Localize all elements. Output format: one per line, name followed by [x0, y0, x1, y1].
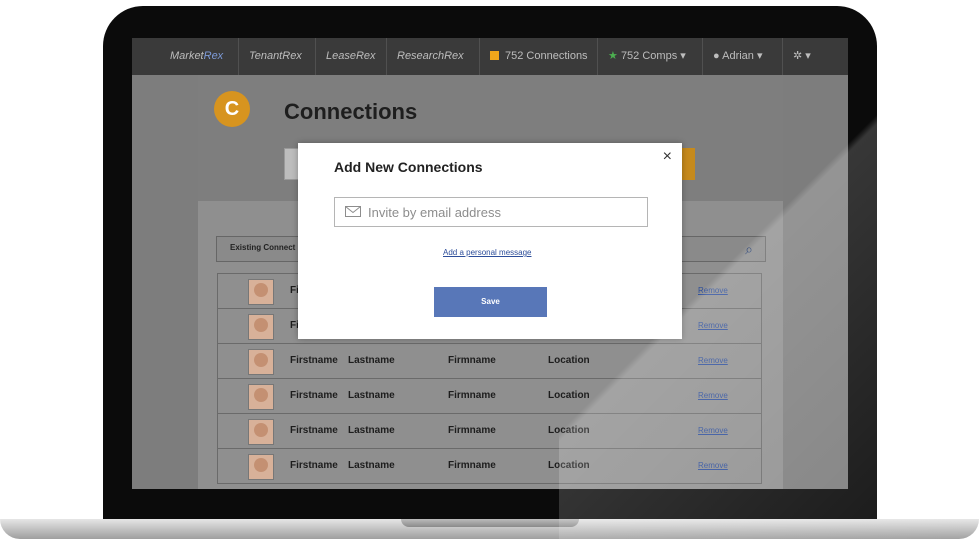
email-placeholder: Invite by email address — [368, 205, 501, 220]
connections-icon — [490, 51, 499, 60]
nav-marketrex[interactable]: MarketRex — [160, 38, 233, 75]
firm-name: Firmname — [448, 425, 496, 436]
location: Location — [548, 390, 590, 401]
nav-brand-suffix: Rex — [282, 50, 302, 62]
user-name: Adrian — [722, 50, 754, 62]
last-name: Lastname — [348, 390, 395, 401]
location: Location — [548, 460, 590, 471]
nav-brand-suffix: Rex — [355, 50, 376, 62]
firm-name: Firmname — [448, 390, 496, 401]
nav-connections[interactable]: 752 Connections — [479, 38, 598, 75]
nav-researchrex[interactable]: ResearchRex — [386, 38, 474, 75]
avatar — [248, 454, 274, 480]
top-nav: MarketRex TenantRex LeaseRex ResearchRex… — [132, 38, 848, 75]
firm-name: Firmname — [448, 460, 496, 471]
connections-count: 752 Connections — [505, 50, 588, 62]
table-row: Firstname Lastname Firmname Location Remove — [217, 414, 762, 449]
comps-count: 752 Comps — [620, 50, 678, 62]
location: Location — [548, 355, 590, 366]
first-name: Firstname — [290, 355, 338, 366]
connections-logo: C — [214, 91, 250, 127]
avatar — [248, 419, 274, 445]
nav-brand-suffix: Rex — [444, 50, 464, 62]
search-icon[interactable]: ⌕ — [745, 241, 753, 258]
avatar — [248, 314, 274, 340]
location: Location — [548, 425, 590, 436]
table-row: Firstname Lastname Firmname Location Remove — [217, 449, 762, 484]
nav-user-menu[interactable]: ● Adrian ▾ — [702, 38, 772, 75]
remove-link[interactable]: Remove — [698, 356, 728, 365]
table-row: Firstname Lastname Firmname Location Remove — [217, 344, 762, 379]
nav-leaserex[interactable]: LeaseRex — [315, 38, 386, 75]
star-icon: ★ — [608, 50, 618, 62]
filter-label: Existing Connect — [230, 243, 296, 252]
save-button[interactable]: Save — [434, 287, 547, 317]
nav-brand-prefix: Tenant — [249, 50, 283, 62]
add-connections-modal: Add New Connections × Invite by email ad… — [298, 143, 682, 339]
last-name: Lastname — [348, 425, 395, 436]
remove-link[interactable]: Remove — [698, 426, 728, 435]
first-name: Firstname — [290, 390, 338, 401]
nav-settings[interactable]: ✲ ▾ — [782, 38, 821, 75]
table-row: Firstname Lastname Firmname Location Remove — [217, 379, 762, 414]
gear-icon: ✲ — [793, 50, 803, 62]
nav-brand-prefix: Research — [397, 50, 445, 62]
nav-comps[interactable]: ★ 752 Comps ▾ — [597, 38, 696, 75]
user-icon: ● — [713, 50, 720, 62]
last-name: Lastname — [348, 460, 395, 471]
last-name: Lastname — [348, 355, 395, 366]
nav-brand-prefix: Lease — [326, 50, 356, 62]
envelope-icon — [345, 206, 361, 217]
nav-tenantrex[interactable]: TenantRex — [238, 38, 312, 75]
email-invite-input[interactable]: Invite by email address — [334, 197, 648, 227]
remove-link[interactable]: Remove — [698, 391, 728, 400]
avatar — [248, 384, 274, 410]
modal-title: Add New Connections — [334, 159, 483, 175]
first-name: Firstname — [290, 425, 338, 436]
avatar — [248, 279, 274, 305]
remove-link[interactable]: Remove — [698, 286, 728, 295]
nav-brand-suffix: Rex — [203, 50, 224, 62]
firm-name: Firmname — [448, 355, 496, 366]
close-icon[interactable]: × — [663, 148, 672, 166]
first-name: Firstname — [290, 460, 338, 471]
laptop-notch — [401, 519, 579, 527]
remove-link[interactable]: Remove — [698, 321, 728, 330]
page-title: Connections — [284, 99, 418, 124]
remove-link[interactable]: Remove — [698, 461, 728, 470]
nav-brand-prefix: Market — [170, 50, 204, 62]
laptop-screen: MarketRex TenantRex LeaseRex ResearchRex… — [132, 38, 848, 489]
avatar — [248, 349, 274, 375]
personal-message-link[interactable]: Add a personal message — [443, 248, 532, 257]
